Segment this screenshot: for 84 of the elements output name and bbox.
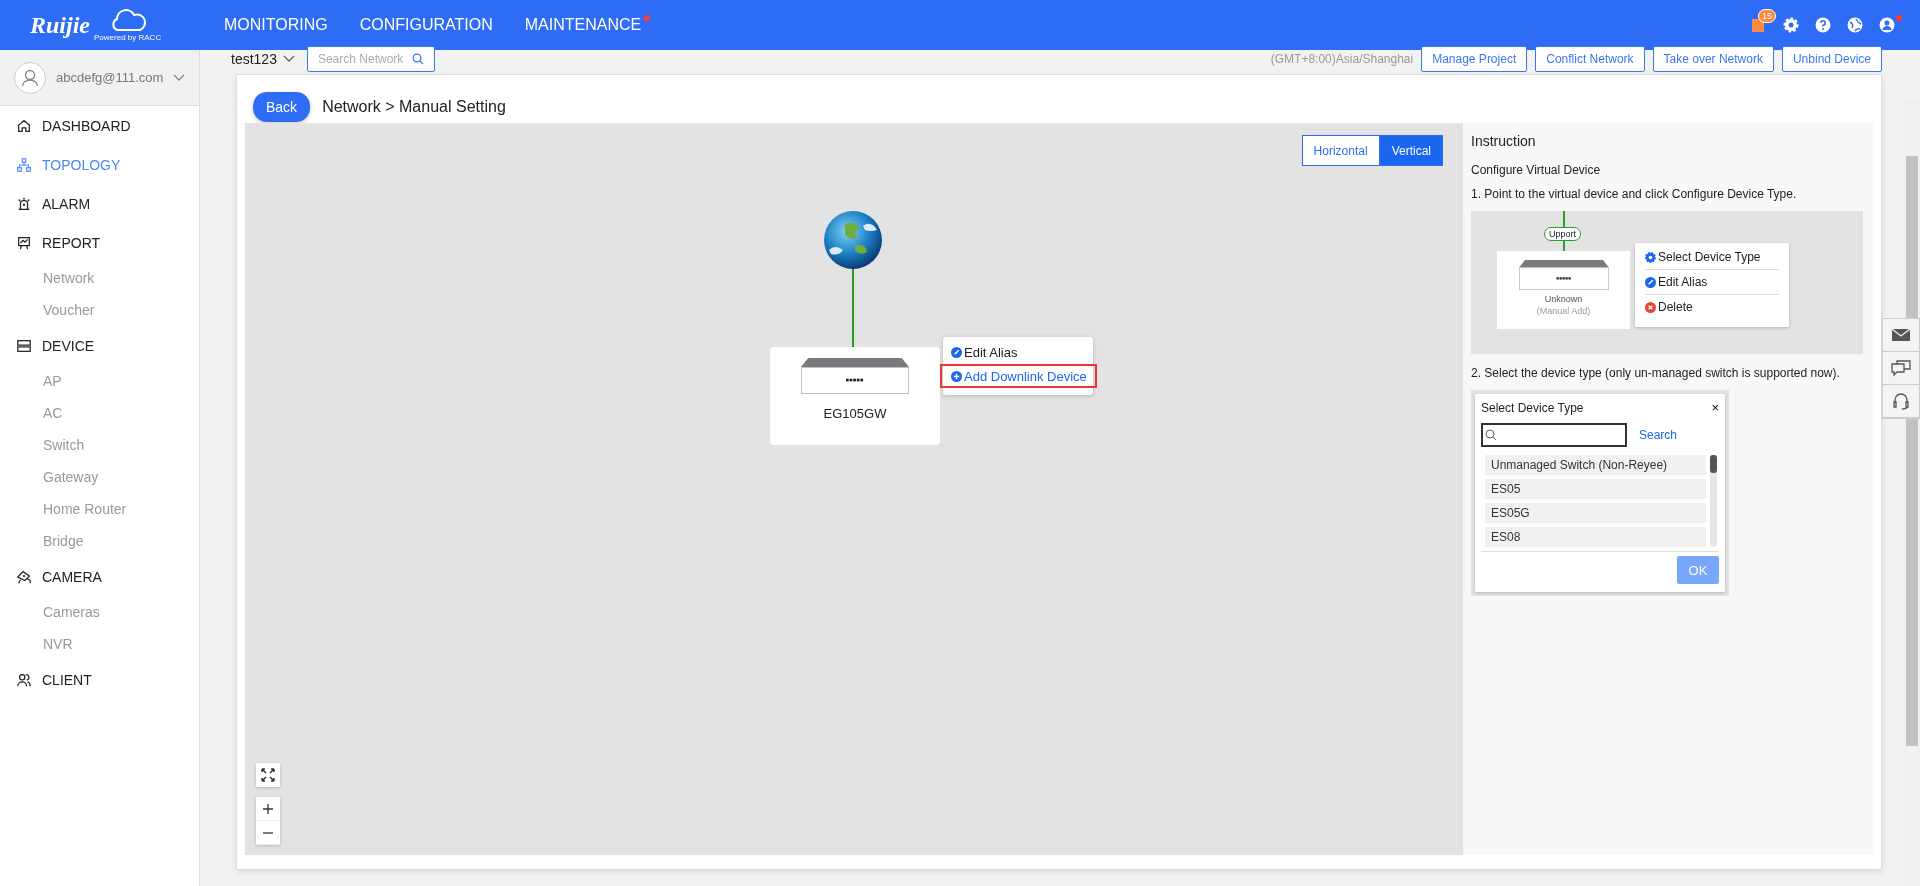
chart-icon — [16, 234, 32, 251]
plus-circle-icon — [951, 370, 962, 382]
sidebar-subitem[interactable]: Voucher — [0, 294, 199, 326]
globe-icon[interactable] — [823, 210, 883, 270]
device-type-option[interactable]: ES08 — [1485, 527, 1706, 547]
avatar-icon[interactable] — [14, 61, 46, 94]
plus-icon — [261, 801, 275, 816]
menu-item[interactable]: Edit Alias — [943, 340, 1093, 364]
dialog-title: Select Device Type — [1481, 400, 1584, 415]
expand-icon — [261, 768, 275, 782]
port-label: Upport — [1544, 227, 1581, 241]
project-dropdown[interactable]: test123 — [231, 51, 295, 67]
alarm-icon — [16, 195, 32, 212]
fit-screen-button[interactable] — [256, 763, 280, 787]
nav-item[interactable]: CONFIGURATION — [359, 16, 493, 34]
edit-icon — [1645, 276, 1656, 288]
help-icon[interactable] — [1814, 16, 1832, 34]
device-type-option[interactable]: Unmanaged Switch (Non-Reyee) — [1485, 455, 1706, 475]
sidebar-subitem[interactable]: Network — [0, 262, 199, 294]
search-icon — [411, 53, 424, 65]
menu-item[interactable]: Add Downlink Device — [940, 364, 1097, 388]
nav-item[interactable]: MAINTENANCE — [524, 16, 642, 34]
camera-icon — [16, 568, 32, 585]
layout-toggle-button[interactable]: Horizontal — [1301, 135, 1380, 166]
sidebar-subitem[interactable]: Switch — [0, 429, 199, 461]
device-name: Unknown — [1544, 294, 1583, 304]
device-name: EG105GW — [823, 406, 887, 421]
toolbar-button[interactable]: Conflict Network — [1535, 46, 1645, 72]
instruction-subtitle: Configure Virtual Device — [1471, 163, 1602, 177]
sidebar-subitem[interactable]: Gateway — [0, 461, 199, 493]
server-icon — [16, 337, 32, 354]
topology-icon — [16, 156, 32, 173]
search-link[interactable]: Search — [1639, 428, 1678, 442]
breadcrumb: Network > Manual Setting — [322, 98, 506, 116]
nav-item[interactable]: MONITORING — [224, 16, 328, 34]
toolbar-button[interactable]: Manage Project — [1421, 46, 1528, 72]
sidebar-item[interactable]: CLIENT — [0, 660, 199, 699]
chevron-down-icon[interactable] — [173, 73, 186, 82]
logo-text: Ruijie — [30, 11, 90, 39]
sidebar-subitem[interactable]: Bridge — [0, 525, 199, 557]
zoom-out-button[interactable] — [256, 821, 280, 845]
back-button[interactable]: Back — [253, 92, 311, 122]
layout-toggle-button[interactable]: Vertical — [1379, 135, 1443, 166]
chevron-down-icon — [282, 55, 295, 63]
delete-icon — [1645, 301, 1656, 313]
settings-icon — [1645, 251, 1656, 263]
instruction-title: Instruction — [1471, 133, 1537, 149]
account-email: abcdefg@111.com — [56, 70, 164, 85]
edit-icon — [951, 346, 962, 358]
search-field[interactable] — [1481, 423, 1627, 447]
minus-icon — [261, 831, 275, 834]
sidebar-item[interactable]: DASHBOARD — [0, 106, 199, 145]
settings-icon[interactable] — [1782, 16, 1800, 34]
ok-button[interactable]: OK — [1677, 556, 1719, 584]
sidebar-subitem[interactable]: Cameras — [0, 596, 199, 628]
device-type-option[interactable]: ES05G — [1485, 503, 1706, 523]
zoom-in-button[interactable] — [256, 797, 280, 821]
search-field[interactable]: Search Network — [306, 46, 435, 72]
sidebar-item[interactable]: CAMERA — [0, 557, 199, 596]
toolbar-button[interactable]: Take over Network — [1652, 46, 1774, 72]
sidebar-item[interactable]: ALARM — [0, 184, 199, 223]
device-note: (Manual Add) — [1536, 306, 1591, 316]
device-card[interactable]: EG105GW — [770, 347, 940, 445]
users-icon — [16, 671, 32, 688]
sidebar-item[interactable]: DEVICE — [0, 326, 199, 365]
sidebar-subitem[interactable]: Home Router — [0, 493, 199, 525]
sidebar-subitem[interactable]: AC — [0, 397, 199, 429]
close-button[interactable]: × — [1711, 400, 1719, 415]
sidebar-item[interactable]: TOPOLOGY — [0, 145, 199, 184]
user-icon[interactable] — [1878, 16, 1896, 34]
device-type-option[interactable]: ES05 — [1485, 479, 1706, 499]
instruction-step: 1. Point to the virtual device and click Configure Device Type. — [1471, 187, 1863, 201]
timezone-label: (GMT+8:00)Asia/Shanghai — [1270, 52, 1414, 66]
sidebar-subitem[interactable]: NVR — [0, 628, 199, 660]
sidebar-subitem[interactable]: AP — [0, 365, 199, 397]
scrollbar[interactable] — [1710, 455, 1717, 547]
globe-icon[interactable] — [1846, 16, 1864, 34]
instruction-step: 2. Select the device type (only un-managed switch is supported now). — [1471, 366, 1863, 380]
logo-tagline: Powered by RACC — [94, 34, 162, 42]
notification-badge: 15 — [1758, 9, 1776, 23]
toolbar-button[interactable]: Unbind Device — [1781, 46, 1882, 72]
search-icon — [1485, 429, 1497, 441]
home-icon — [16, 117, 32, 134]
sidebar-item[interactable]: REPORT — [0, 223, 199, 262]
